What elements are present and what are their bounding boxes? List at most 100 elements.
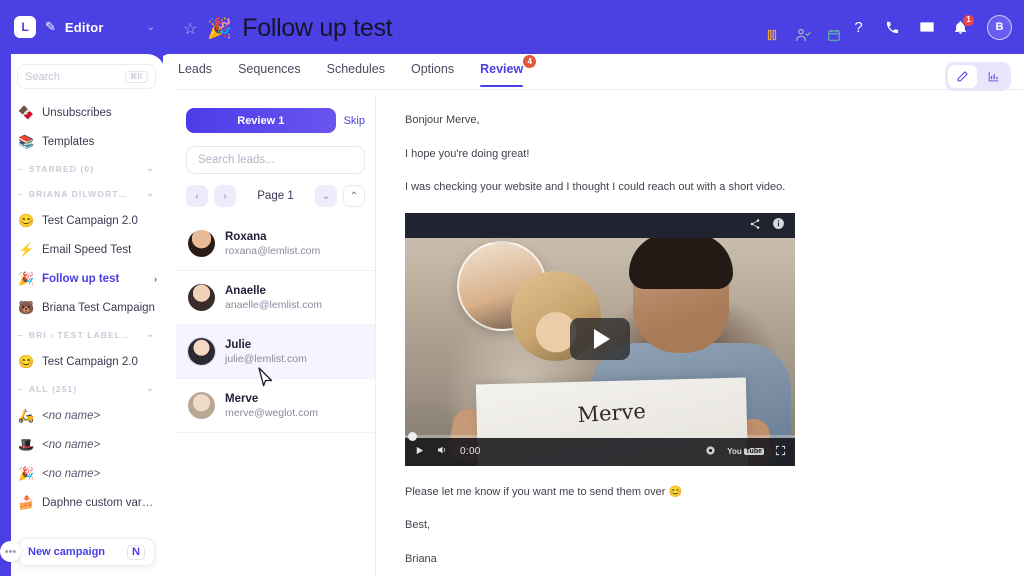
sidebar-group-label: BRI - TEST LABEL… (29, 330, 131, 340)
email-line-3: I was checking your website and I though… (405, 179, 1024, 196)
edit-mode-button[interactable] (948, 65, 977, 88)
top-hat-icon: 🎩 (18, 437, 33, 453)
tab-options[interactable]: Options (411, 62, 454, 87)
pencil-icon: ✎ (45, 19, 56, 35)
sidebar-item-no-name-1[interactable]: 🛵 <no name> (8, 401, 165, 430)
sidebar-item-label: <no name> (42, 468, 100, 480)
chevron-down-icon[interactable]: ⌄ (147, 22, 155, 33)
sidebar-item-briana-test-campaign[interactable]: 🐻 Briana Test Campaign (8, 293, 165, 322)
video-handwritten-name: Merve (577, 398, 647, 426)
fullscreen-icon[interactable] (775, 445, 786, 459)
sidebar-group-starred[interactable]: – STARRED (0) ⌄ (8, 156, 165, 181)
lead-name: Julie (225, 339, 307, 351)
top-bar: L ✎ Editor ⌄ ? 1 B (0, 0, 1024, 54)
lead-name: Anaelle (225, 285, 322, 297)
sidebar-item-label: <no name> (42, 410, 100, 422)
settings-gear-icon[interactable] (705, 445, 716, 459)
bear-icon: 🐻 (18, 300, 33, 316)
sidebar-item-follow-up-test[interactable]: 🎉 Follow up test › (8, 264, 165, 293)
tab-leads[interactable]: Leads (178, 62, 212, 87)
video-progress-handle[interactable] (408, 432, 417, 441)
sidebar-item-test-campaign-2-0-labeled[interactable]: 😊 Test Campaign 2.0 (8, 347, 165, 376)
tab-sequences[interactable]: Sequences (238, 62, 301, 87)
sidebar-item-no-name-2[interactable]: 🎩 <no name> (8, 430, 165, 459)
sidebar-group-briana-dilworth[interactable]: – BRIANA DILWORT… ⌄ (8, 181, 165, 206)
leads-pagination: ‹ › Page 1 ⌄ ⌃ (176, 174, 375, 207)
lead-name: Roxana (225, 231, 320, 243)
chevron-down-icon[interactable]: ⌄ (146, 163, 155, 174)
sidebar-item-label: Email Speed Test (42, 244, 131, 256)
email-preview-pane: Bonjour Merve, I hope you're doing great… (377, 96, 1024, 576)
search-input[interactable]: Search ⌘K (17, 64, 156, 89)
sidebar-item-label: Test Campaign 2.0 (42, 215, 138, 227)
page-header: ☆ 🎉 Follow up test (183, 14, 392, 43)
notification-badge: 1 (962, 14, 975, 27)
next-page-button[interactable]: › (214, 185, 236, 207)
share-icon[interactable] (749, 218, 761, 233)
user-check-icon[interactable] (795, 27, 811, 45)
lead-email: merve@weglot.com (225, 407, 318, 419)
sidebar: Search ⌘K 🍫 Unsubscribes 📚 Templates – S… (8, 54, 165, 576)
search-placeholder: Search (25, 71, 60, 83)
chevron-right-icon[interactable]: › (154, 274, 157, 284)
chevron-down-icon[interactable]: ⌄ (146, 383, 155, 394)
collapse-down-button[interactable]: ⌄ (315, 185, 337, 207)
party-popper-icon: 🎉 (18, 466, 33, 482)
sidebar-group-all[interactable]: – ALL (251) ⌄ (8, 376, 165, 401)
chevron-down-icon[interactable]: ⌄ (146, 329, 155, 340)
list-item[interactable]: Anaelle anaelle@lemlist.com (176, 271, 375, 325)
sidebar-item-label: Test Campaign 2.0 (42, 356, 138, 368)
prev-page-button[interactable]: ‹ (186, 185, 208, 207)
mail-icon[interactable] (917, 18, 936, 37)
email-signoff: Best, (405, 517, 1024, 534)
collapse-up-button[interactable]: ⌃ (343, 185, 365, 207)
play-icon[interactable] (570, 318, 630, 360)
email-greeting: Bonjour Merve, (405, 112, 1024, 129)
skip-link[interactable]: Skip (344, 115, 365, 127)
search-shortcut-badge: ⌘K (125, 71, 148, 83)
tab-review-label: Review (480, 62, 523, 76)
tab-review[interactable]: Review 4 (480, 62, 523, 87)
calendar-icon[interactable] (827, 28, 841, 44)
review-actions: Review 1 Skip (176, 96, 375, 133)
avatar[interactable]: B (987, 15, 1012, 40)
sidebar-group-label: BRIANA DILWORT… (29, 189, 128, 199)
scooter-icon: 🛵 (18, 408, 33, 424)
sidebar-item-label: <no name> (42, 439, 100, 451)
bell-icon[interactable]: 1 (951, 18, 970, 37)
lead-email: roxana@lemlist.com (225, 245, 320, 257)
chevron-down-icon[interactable]: ⌄ (146, 188, 155, 199)
video-thumbnail[interactable]: Merve 0:00 (405, 213, 795, 466)
info-icon[interactable] (772, 217, 785, 233)
list-item[interactable]: Roxana roxana@lemlist.com (176, 217, 375, 271)
phone-icon[interactable] (883, 18, 902, 37)
sidebar-item-no-name-3[interactable]: 🎉 <no name> (8, 459, 165, 488)
lead-search-input[interactable]: Search leads... (186, 146, 365, 174)
sidebar-item-templates[interactable]: 📚 Templates (8, 127, 165, 156)
smile-icon: 😊 (18, 213, 33, 229)
smile-icon: 😊 (18, 354, 33, 370)
help-icon[interactable]: ? (849, 18, 868, 37)
volume-icon[interactable] (436, 444, 448, 459)
youtube-box: Tube (744, 448, 764, 455)
sidebar-more-button[interactable]: ••• (0, 541, 21, 562)
stats-mode-button[interactable] (979, 65, 1008, 88)
new-campaign-button[interactable]: New campaign N (18, 538, 155, 566)
sidebar-item-email-speed-test[interactable]: ⚡ Email Speed Test (8, 235, 165, 264)
tab-bar-divider (176, 89, 1024, 90)
lead-email: julie@lemlist.com (225, 353, 307, 365)
sidebar-item-test-campaign-2-0[interactable]: 😊 Test Campaign 2.0 (8, 206, 165, 235)
sidebar-group-bri-test-label[interactable]: – BRI - TEST LABEL… ⌄ (8, 322, 165, 347)
tab-schedules[interactable]: Schedules (327, 62, 385, 87)
tab-sequences-label: Sequences (238, 62, 301, 76)
youtube-logo-icon[interactable]: YouTube (727, 447, 764, 456)
list-item[interactable]: Merve merve@weglot.com (176, 379, 375, 433)
page-indicator: Page 1 (242, 190, 309, 202)
sidebar-item-unsubscribes[interactable]: 🍫 Unsubscribes (8, 98, 165, 127)
review-button[interactable]: Review 1 (186, 108, 336, 133)
list-item[interactable]: Julie julie@lemlist.com (176, 325, 375, 379)
brand-area[interactable]: L ✎ Editor ⌄ (0, 16, 168, 38)
pause-icon[interactable] (765, 28, 779, 44)
star-icon[interactable]: ☆ (183, 19, 197, 39)
play-button[interactable] (414, 445, 425, 459)
